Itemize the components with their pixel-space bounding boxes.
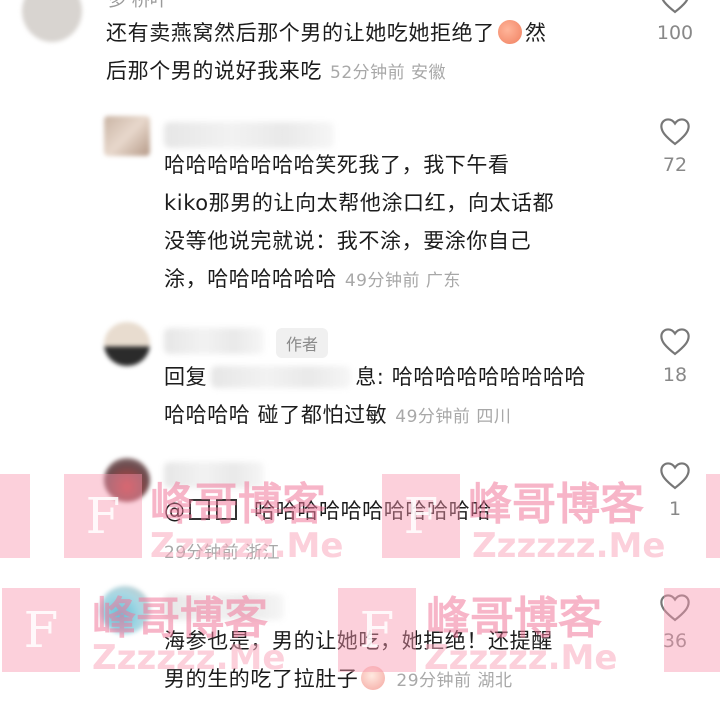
comment-meta: 29分钟前 浙江 — [164, 543, 281, 563]
like-button[interactable]: 18 — [650, 326, 700, 386]
like-button[interactable]: 36 — [650, 592, 700, 652]
comment-text: 回复 息: 哈哈哈哈哈哈哈哈哈 哈哈哈哈 碰了都怕过敏 49分钟前 四川 — [164, 365, 587, 427]
comment-text: @ 哈哈哈哈哈哈哈哈哈哈哈 — [164, 499, 492, 523]
like-count: 36 — [662, 630, 688, 652]
like-button[interactable]: 100 — [650, 0, 700, 44]
like-button[interactable]: 1 — [650, 460, 700, 520]
avatar[interactable] — [104, 322, 150, 366]
author-badge: 作者 — [276, 328, 329, 358]
avatar[interactable] — [104, 116, 150, 156]
mention-placeholder-box[interactable] — [188, 499, 210, 520]
heart-icon — [660, 328, 690, 356]
laughing-crying-emoji-icon — [361, 666, 386, 690]
avatar[interactable] — [22, 0, 82, 42]
watermark-logo — [706, 474, 720, 558]
avatar[interactable] — [104, 458, 150, 502]
username-blurred[interactable] — [164, 462, 264, 488]
comment-text: 海参也是，男的让她吃，她拒绝！还提醒 男的生的吃了拉肚子 29分钟前 湖北 — [164, 629, 553, 691]
like-count: 100 — [656, 22, 694, 44]
mention-placeholder-box[interactable] — [215, 499, 237, 520]
peach-face-emoji-icon — [497, 20, 522, 44]
username-blurred[interactable] — [164, 594, 284, 620]
comment-meta: 49分钟前 四川 — [395, 407, 512, 427]
watermark-site: Zzzzzz.Me — [472, 526, 666, 566]
like-count: 18 — [662, 364, 688, 386]
heart-icon — [661, 0, 689, 14]
comment-meta: 52分钟前 安徽 — [330, 63, 447, 83]
heart-icon — [660, 118, 690, 146]
heart-icon — [660, 594, 690, 622]
like-button[interactable]: 72 — [650, 116, 700, 176]
like-count: 1 — [668, 498, 682, 520]
comment-text: 还有卖燕窝然后那个男的让她吃她拒绝了然 后那个男的说好我来吃 52分钟前 安徽 — [106, 20, 547, 83]
username-blurred[interactable] — [164, 122, 334, 148]
heart-icon — [660, 462, 690, 490]
avatar[interactable] — [100, 586, 150, 634]
watermark-logo — [0, 474, 30, 558]
username-blurred[interactable] — [164, 328, 264, 354]
like-count: 72 — [662, 154, 688, 176]
partial-top-username: 多 桥叶 — [108, 0, 168, 11]
comment-meta: 29分钟前 湖北 — [396, 671, 513, 691]
comment-text: 哈哈哈哈哈哈哈笑死我了，我下午看 kiko那男的让向太帮他涂口红，向太话都 没等… — [164, 153, 555, 291]
comment-meta: 49分钟前 广东 — [344, 271, 461, 291]
reply-username-blurred[interactable] — [211, 366, 352, 388]
watermark-logo: F — [2, 588, 80, 672]
